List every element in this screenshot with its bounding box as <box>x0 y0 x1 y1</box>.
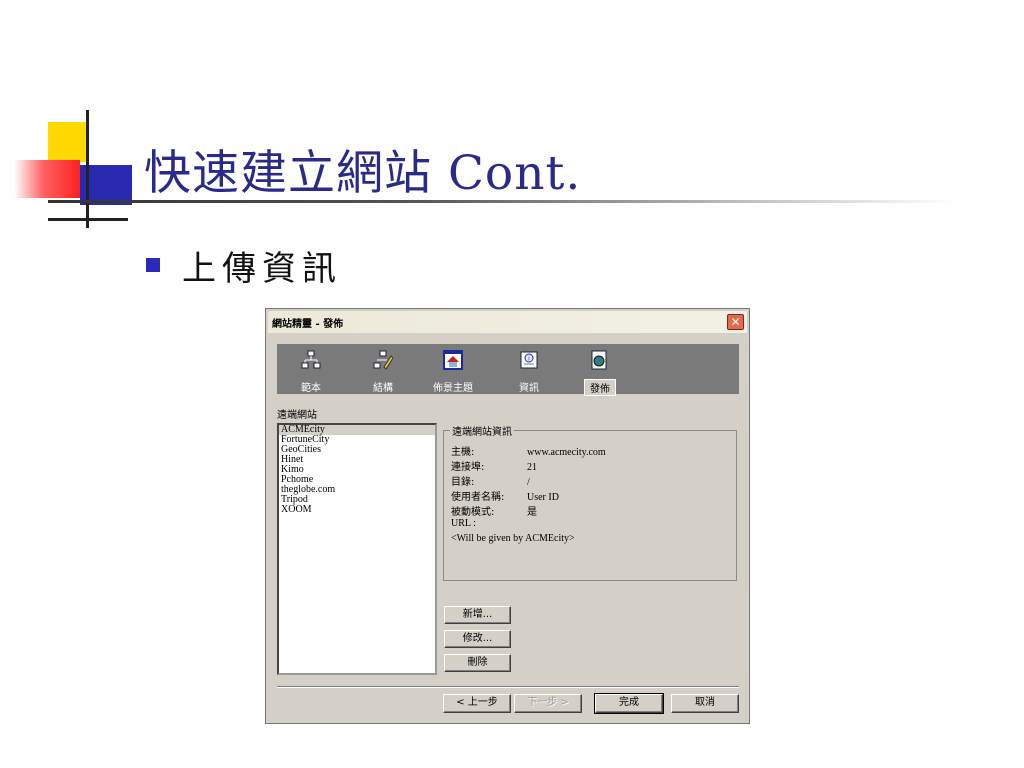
site-wizard-dialog: 網站精靈 - 發佈 ✕ 範本 結構 佈景主題 i 資訊 發佈 遠端網站 ACME… <box>265 308 750 724</box>
slide-title: 快速建立網站 Cont. <box>144 146 582 201</box>
info-document-icon: i <box>520 351 538 369</box>
port-label: 連接埠: <box>451 462 485 473</box>
tab-template-label: 範本 <box>301 383 321 394</box>
structure-edit-icon <box>373 350 393 370</box>
url-value: <Will be given by ACMEcity> <box>451 533 575 544</box>
tab-structure-label: 結構 <box>373 383 393 394</box>
tab-info[interactable]: i 資訊 <box>499 348 559 394</box>
tab-publish-label: 發佈 <box>584 379 616 396</box>
passive-mode-value: 是 <box>527 507 537 518</box>
decor-short-line <box>48 218 128 221</box>
close-button[interactable]: ✕ <box>727 314 744 330</box>
passive-mode-label: 被動模式: <box>451 507 495 518</box>
remote-sites-list[interactable]: ACMEcity FortuneCity GeoCities Hinet Kim… <box>277 423 437 675</box>
network-icon <box>301 350 321 369</box>
add-site-button[interactable]: 新增... <box>444 606 511 624</box>
decor-yellow-square <box>48 122 88 162</box>
tab-structure[interactable]: 結構 <box>353 348 413 394</box>
dialog-separator <box>277 686 739 688</box>
dialog-title: 網站精靈 - 發佈 <box>272 319 344 330</box>
username-label: 使用者名稱: <box>451 492 505 503</box>
delete-site-button[interactable]: 刪除 <box>444 654 511 672</box>
bullet-square <box>146 258 160 272</box>
url-label: URL : <box>451 518 476 529</box>
tab-template[interactable]: 範本 <box>281 348 341 394</box>
port-row: 連接埠: 21 <box>451 458 537 473</box>
next-button[interactable]: 下一步 > <box>514 694 582 713</box>
directory-label: 目錄: <box>451 477 475 488</box>
port-value: 21 <box>527 462 537 473</box>
back-button[interactable]: < 上一步 <box>443 694 511 713</box>
wizard-steps-bar: 範本 結構 佈景主題 i 資訊 發佈 <box>277 344 739 396</box>
tab-theme[interactable]: 佈景主題 <box>423 348 483 394</box>
host-row: 主機: www.acmecity.com <box>451 443 606 458</box>
theme-house-icon <box>443 350 463 370</box>
decor-vertical-line <box>86 110 89 228</box>
modify-site-button[interactable]: 修改... <box>444 630 511 648</box>
passive-mode-row: 被動模式: 是 <box>451 503 537 518</box>
publish-globe-icon <box>591 350 607 370</box>
cancel-button[interactable]: 取消 <box>671 694 739 713</box>
username-row: 使用者名稱: User ID <box>451 488 559 503</box>
directory-value: / <box>527 477 530 488</box>
username-value: User ID <box>527 492 559 503</box>
directory-row: 目錄: / <box>451 473 530 488</box>
list-item[interactable]: XOOM <box>279 505 435 515</box>
finish-button[interactable]: 完成 <box>594 693 664 714</box>
url-row: URL : <box>451 518 476 529</box>
bullet-text: 上傳資訊 <box>182 249 342 289</box>
tab-info-label: 資訊 <box>519 383 539 394</box>
tab-publish[interactable]: 發佈 <box>569 348 629 396</box>
tab-theme-label: 佈景主題 <box>433 383 473 394</box>
remote-site-info-title: 遠端網站資訊 <box>450 423 514 438</box>
host-label: 主機: <box>451 447 475 458</box>
decor-red-bar <box>14 160 80 198</box>
host-value: www.acmecity.com <box>527 447 606 458</box>
dialog-titlebar[interactable]: 網站精靈 - 發佈 ✕ <box>268 311 747 333</box>
remote-sites-label: 遠端網站 <box>277 410 317 421</box>
